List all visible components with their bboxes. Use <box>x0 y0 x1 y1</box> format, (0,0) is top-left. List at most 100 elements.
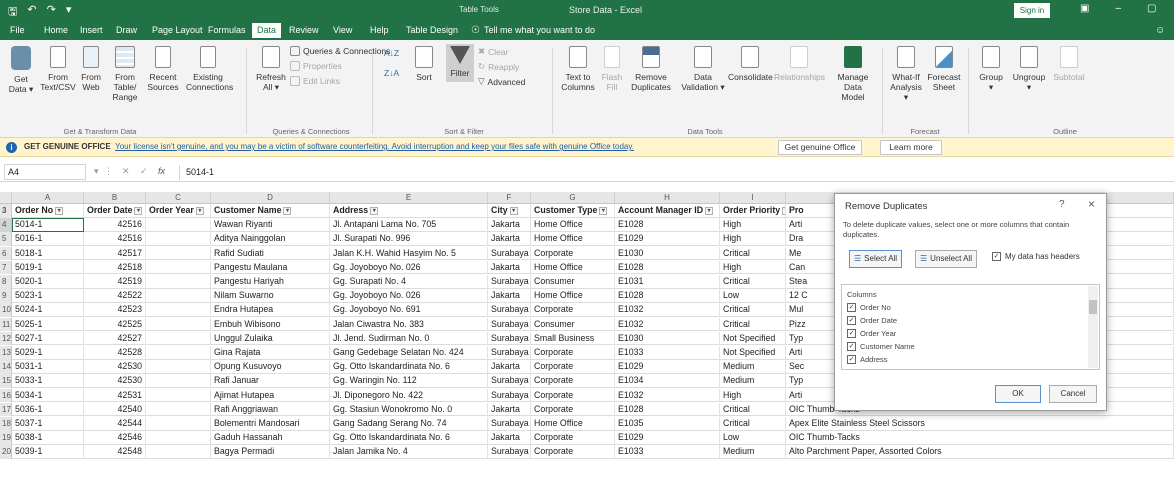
cell[interactable] <box>146 246 211 261</box>
cell[interactable]: E1033 <box>615 445 720 459</box>
cell[interactable]: 5020-1 <box>12 275 84 289</box>
row-number[interactable]: 7 <box>0 260 12 275</box>
cell[interactable]: 5029-1 <box>12 346 84 360</box>
cell[interactable]: 42531 <box>84 388 146 403</box>
cell[interactable]: Corporate <box>531 246 615 261</box>
column-checkbox-order-no[interactable]: ✓ Order No <box>847 303 891 312</box>
enter-icon[interactable]: ✓ <box>140 166 148 177</box>
table-header-cell[interactable]: Address ▾ <box>330 204 488 218</box>
advanced-filter-button[interactable]: ▽ Advanced <box>478 76 525 87</box>
table-header-cell[interactable]: Customer Type ▾ <box>531 204 615 218</box>
sort-za-button[interactable]: Z↓A <box>384 68 399 78</box>
row-number[interactable]: 15 <box>0 374 12 388</box>
ungroup-button[interactable]: Ungroup ▾ <box>1010 46 1048 92</box>
existing-connections-button[interactable]: Existing Connections <box>186 46 233 92</box>
cell[interactable] <box>146 445 211 459</box>
cell[interactable]: Jalan K.H. Wahid Hasyim No. 5 <box>330 246 488 261</box>
cell[interactable]: OIC Thumb-Tacks <box>786 431 1174 445</box>
cell[interactable]: Surabaya <box>488 331 531 346</box>
learn-more-button[interactable]: Learn more <box>880 140 942 155</box>
cell[interactable]: 42517 <box>84 246 146 261</box>
cell[interactable]: 5023-1 <box>12 289 84 303</box>
cell[interactable]: Jakarta <box>488 431 531 445</box>
cell[interactable]: 5034-1 <box>12 388 84 403</box>
row-number[interactable]: 13 <box>0 346 12 360</box>
filter-dropdown-icon[interactable]: ▾ <box>599 206 608 215</box>
cell[interactable]: Medium <box>720 445 786 459</box>
cell[interactable]: E1032 <box>615 303 720 317</box>
manage-data-model-button[interactable]: Manage Data Model <box>832 46 874 102</box>
filter-dropdown-icon[interactable]: ▾ <box>705 206 714 215</box>
column-header-letter[interactable]: I <box>720 192 786 204</box>
cell[interactable]: Home Office <box>531 260 615 275</box>
cell[interactable]: Jl. Jend. Sudirman No. 0 <box>330 331 488 346</box>
cell[interactable]: Surabaya <box>488 374 531 388</box>
cell[interactable]: 42523 <box>84 303 146 317</box>
cell[interactable]: E1032 <box>615 317 720 332</box>
cell[interactable]: Gg. Joyoboyo No. 026 <box>330 260 488 275</box>
cell[interactable]: Jl. Antapani Lama No. 705 <box>330 218 488 232</box>
cell[interactable] <box>146 346 211 360</box>
cell[interactable]: Surabaya <box>488 303 531 317</box>
cell[interactable] <box>146 388 211 403</box>
cell[interactable]: Surabaya <box>488 317 531 332</box>
cell[interactable]: E1031 <box>615 275 720 289</box>
filter-dropdown-icon[interactable]: ▾ <box>195 206 204 215</box>
cell[interactable]: Jakarta <box>488 402 531 417</box>
cell[interactable]: Pangestu Maulana <box>211 260 330 275</box>
cell[interactable]: 42516 <box>84 232 146 246</box>
row-number[interactable]: 19 <box>0 431 12 445</box>
cell[interactable]: E1028 <box>615 402 720 417</box>
cell[interactable]: Surabaya <box>488 445 531 459</box>
cell[interactable]: Aditya Nainggolan <box>211 232 330 246</box>
what-if-analysis-button[interactable]: What-If Analysis ▾ <box>888 46 924 102</box>
row-number[interactable]: 20 <box>0 445 12 459</box>
cell[interactable]: 42518 <box>84 260 146 275</box>
cell[interactable]: Not Specified <box>720 346 786 360</box>
from-web-button[interactable]: From Web <box>78 46 104 92</box>
cell[interactable]: Bagya Permadi <box>211 445 330 459</box>
cell[interactable]: Alto Parchment Paper, Assorted Colors <box>786 445 1174 459</box>
scrollbar-thumb[interactable] <box>1089 300 1097 314</box>
select-all-corner[interactable] <box>0 192 12 204</box>
cell[interactable]: E1028 <box>615 260 720 275</box>
cell[interactable]: Pangestu Hariyah <box>211 275 330 289</box>
tab-page-layout[interactable]: Page Layout <box>152 25 203 35</box>
table-header-cell[interactable]: Order Year ▾ <box>146 204 211 218</box>
cell[interactable]: E1032 <box>615 388 720 403</box>
cell[interactable]: E1029 <box>615 360 720 374</box>
get-genuine-office-button[interactable]: Get genuine Office <box>778 140 862 155</box>
cell[interactable]: Critical <box>720 402 786 417</box>
cell[interactable]: 5039-1 <box>12 445 84 459</box>
ribbon-display-icon[interactable]: ▣ <box>1080 3 1089 14</box>
column-header-letter[interactable]: H <box>615 192 720 204</box>
cell[interactable]: 5037-1 <box>12 417 84 431</box>
redo-icon[interactable]: ↷ <box>47 3 56 22</box>
cell[interactable]: Corporate <box>531 303 615 317</box>
save-icon[interactable]: 🖫 <box>8 3 17 22</box>
cell[interactable]: 5027-1 <box>12 331 84 346</box>
name-box[interactable]: A4 <box>4 164 86 180</box>
cell[interactable] <box>146 317 211 332</box>
row-number[interactable]: 10 <box>0 303 12 317</box>
table-header-cell[interactable]: Customer Name ▾ <box>211 204 330 218</box>
cell[interactable]: 42548 <box>84 445 146 459</box>
column-header-letter[interactable]: G <box>531 192 615 204</box>
cell[interactable]: Surabaya <box>488 388 531 403</box>
cell[interactable]: 42522 <box>84 289 146 303</box>
cell[interactable]: Jakarta <box>488 218 531 232</box>
cell[interactable]: Jl. Diponegoro No. 422 <box>330 388 488 403</box>
cell[interactable]: Corporate <box>531 388 615 403</box>
forecast-sheet-button[interactable]: Forecast Sheet <box>926 46 962 92</box>
cell[interactable]: Surabaya <box>488 275 531 289</box>
tell-me-search[interactable]: Tell me what you want to do <box>484 25 595 35</box>
cell[interactable]: 5018-1 <box>12 246 84 261</box>
cell[interactable] <box>146 289 211 303</box>
cell[interactable]: E1028 <box>615 218 720 232</box>
cell[interactable]: Jakarta <box>488 232 531 246</box>
cell[interactable]: E1028 <box>615 289 720 303</box>
text-to-columns-button[interactable]: Text to Columns <box>560 46 596 92</box>
cancel-button[interactable]: Cancel <box>1049 385 1097 403</box>
columns-scrollbar[interactable] <box>1088 286 1098 368</box>
cell[interactable]: Gg. Surapati No. 4 <box>330 275 488 289</box>
